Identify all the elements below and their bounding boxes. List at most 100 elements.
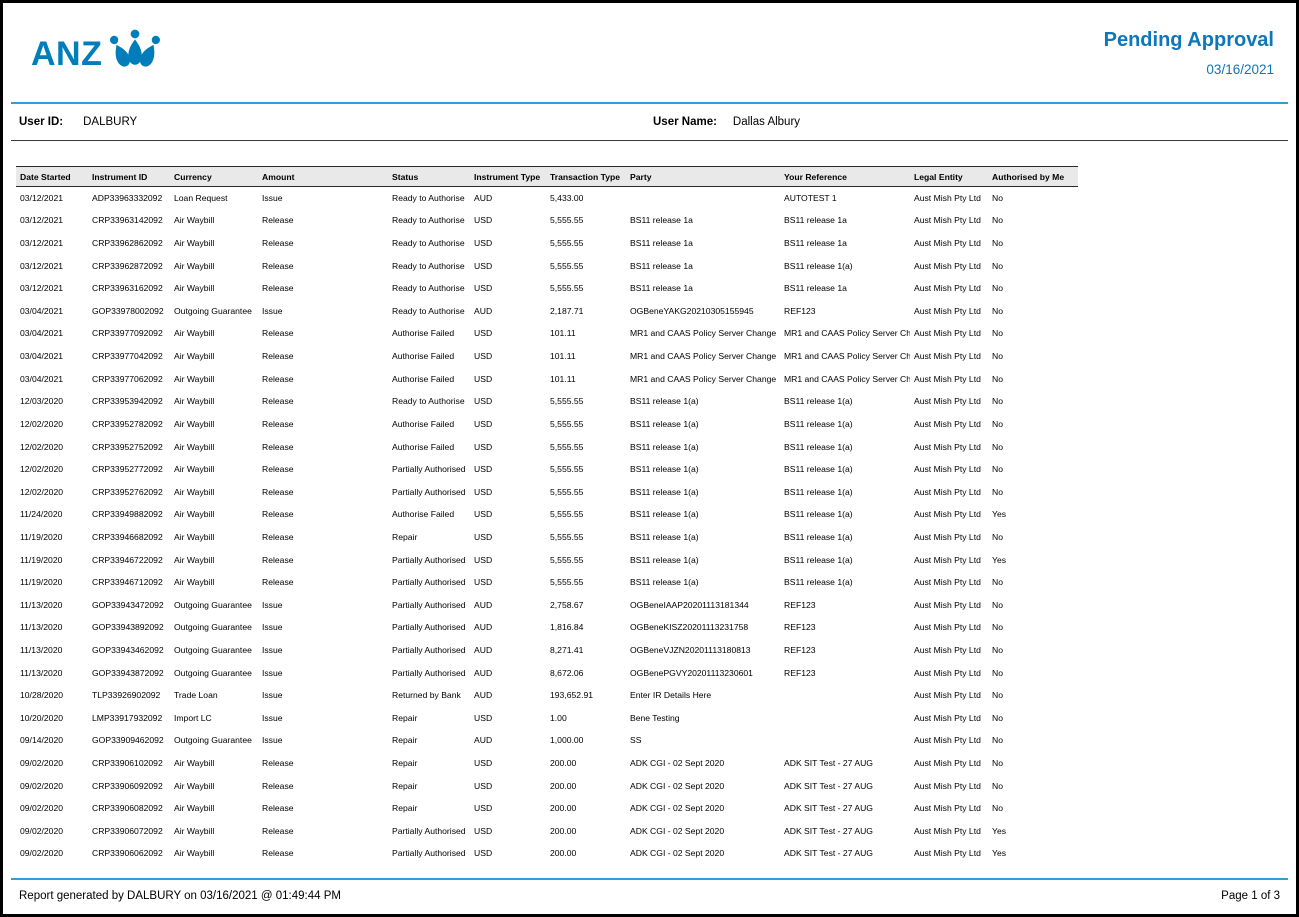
table-cell: Air Waybill: [170, 820, 258, 843]
table-cell: Partially Authorised: [388, 571, 470, 594]
table-cell: 09/02/2020: [16, 752, 88, 775]
table-cell: 12/02/2020: [16, 481, 88, 504]
table-cell: Aust Mish Pty Ltd: [910, 639, 988, 662]
column-header: Instrument Type: [470, 167, 546, 187]
table-cell: USD: [470, 504, 546, 527]
table-cell: BS11 release 1(a): [780, 526, 910, 549]
column-header: Date Started: [16, 167, 88, 187]
table-cell: Aust Mish Pty Ltd: [910, 797, 988, 820]
table-cell: No: [988, 730, 1078, 753]
table-cell: 11/13/2020: [16, 639, 88, 662]
table-cell: 11/13/2020: [16, 617, 88, 640]
table-cell: CRP33949882092: [88, 504, 170, 527]
table-cell: Issue: [258, 187, 388, 210]
table-cell: ADP33963332092: [88, 187, 170, 210]
table-cell: Outgoing Guarantee: [170, 662, 258, 685]
table-cell: USD: [470, 458, 546, 481]
table-cell: Ready to Authorise: [388, 210, 470, 233]
table-cell: No: [988, 323, 1078, 346]
pending-approval-table: Date StartedInstrument IDCurrencyAmountS…: [16, 166, 1078, 865]
table-cell: Repair: [388, 526, 470, 549]
table-cell: BS11 release 1(a): [780, 458, 910, 481]
table-cell: Outgoing Guarantee: [170, 617, 258, 640]
table-cell: No: [988, 594, 1078, 617]
table-cell: BS11 release 1a: [780, 210, 910, 233]
table-cell: CRP33962862092: [88, 232, 170, 255]
table-cell: ADK SIT Test - 27 AUG: [780, 752, 910, 775]
user-name-label: User Name:: [653, 116, 717, 128]
table-cell: Release: [258, 210, 388, 233]
table-cell: Release: [258, 843, 388, 866]
table-cell: 11/19/2020: [16, 571, 88, 594]
footer-page-number: Page 1 of 3: [1221, 890, 1280, 902]
table-cell: USD: [470, 571, 546, 594]
table-cell: USD: [470, 413, 546, 436]
table-cell: MR1 and CAAS Policy Server Cha: [780, 323, 910, 346]
table-cell: BS11 release 1(a): [780, 413, 910, 436]
table-cell: Air Waybill: [170, 345, 258, 368]
table-cell: AUD: [470, 730, 546, 753]
table-cell: No: [988, 277, 1078, 300]
table-cell: AUD: [470, 684, 546, 707]
table-cell: No: [988, 436, 1078, 459]
table-cell: Air Waybill: [170, 504, 258, 527]
table-cell: 12/02/2020: [16, 458, 88, 481]
table-cell: Authorise Failed: [388, 345, 470, 368]
column-header: Transaction Type: [546, 167, 626, 187]
table-cell: Aust Mish Pty Ltd: [910, 413, 988, 436]
table-cell: USD: [470, 843, 546, 866]
table-cell: BS11 release 1(a): [626, 458, 780, 481]
table-cell: 09/02/2020: [16, 775, 88, 798]
table-cell: [780, 730, 910, 753]
table-cell: No: [988, 255, 1078, 278]
table-cell: USD: [470, 323, 546, 346]
table-row: 12/02/2020CRP33952772092Air WaybillRelea…: [16, 458, 1078, 481]
table-cell: BS11 release 1(a): [780, 481, 910, 504]
table-cell: Aust Mish Pty Ltd: [910, 277, 988, 300]
table-cell: USD: [470, 277, 546, 300]
table-cell: USD: [470, 436, 546, 459]
table-cell: No: [988, 617, 1078, 640]
table-cell: 2,187.71: [546, 300, 626, 323]
table-cell: Ready to Authorise: [388, 255, 470, 278]
table-cell: No: [988, 345, 1078, 368]
table-cell: 12/02/2020: [16, 436, 88, 459]
table-cell: CRP33952782092: [88, 413, 170, 436]
table-cell: Partially Authorised: [388, 549, 470, 572]
table-cell: Repair: [388, 775, 470, 798]
table-cell: CRP33952752092: [88, 436, 170, 459]
table-cell: 12/03/2020: [16, 390, 88, 413]
table-cell: ADK SIT Test - 27 AUG: [780, 820, 910, 843]
table-cell: No: [988, 458, 1078, 481]
table-cell: Release: [258, 458, 388, 481]
table-row: 11/13/2020GOP33943892092Outgoing Guarant…: [16, 617, 1078, 640]
table-cell: Air Waybill: [170, 323, 258, 346]
table-row: 09/02/2020CRP33906062092Air WaybillRelea…: [16, 843, 1078, 866]
anz-logo: ANZ: [31, 25, 164, 102]
table-cell: Partially Authorised: [388, 639, 470, 662]
table-cell: Release: [258, 526, 388, 549]
table-cell: Aust Mish Pty Ltd: [910, 617, 988, 640]
table-cell: Aust Mish Pty Ltd: [910, 526, 988, 549]
table-cell: Outgoing Guarantee: [170, 594, 258, 617]
table-cell: Repair: [388, 752, 470, 775]
table-cell: USD: [470, 797, 546, 820]
table-cell: Air Waybill: [170, 843, 258, 866]
table-cell: REF123: [780, 639, 910, 662]
table-cell: 193,652.91: [546, 684, 626, 707]
column-header: Currency: [170, 167, 258, 187]
table-cell: No: [988, 413, 1078, 436]
table-row: 03/04/2021CRP33977042092Air WaybillRelea…: [16, 345, 1078, 368]
table-cell: BS11 release 1(a): [626, 436, 780, 459]
table-row: 03/12/2021CRP33963162092Air WaybillRelea…: [16, 277, 1078, 300]
table-cell: No: [988, 571, 1078, 594]
table-cell: Aust Mish Pty Ltd: [910, 458, 988, 481]
table-cell: 11/19/2020: [16, 549, 88, 572]
table-cell: Issue: [258, 639, 388, 662]
table-cell: CRP33962872092: [88, 255, 170, 278]
table-cell: 200.00: [546, 843, 626, 866]
table-cell: Air Waybill: [170, 255, 258, 278]
table-cell: CRP33946712092: [88, 571, 170, 594]
table-cell: Partially Authorised: [388, 662, 470, 685]
table-cell: No: [988, 390, 1078, 413]
